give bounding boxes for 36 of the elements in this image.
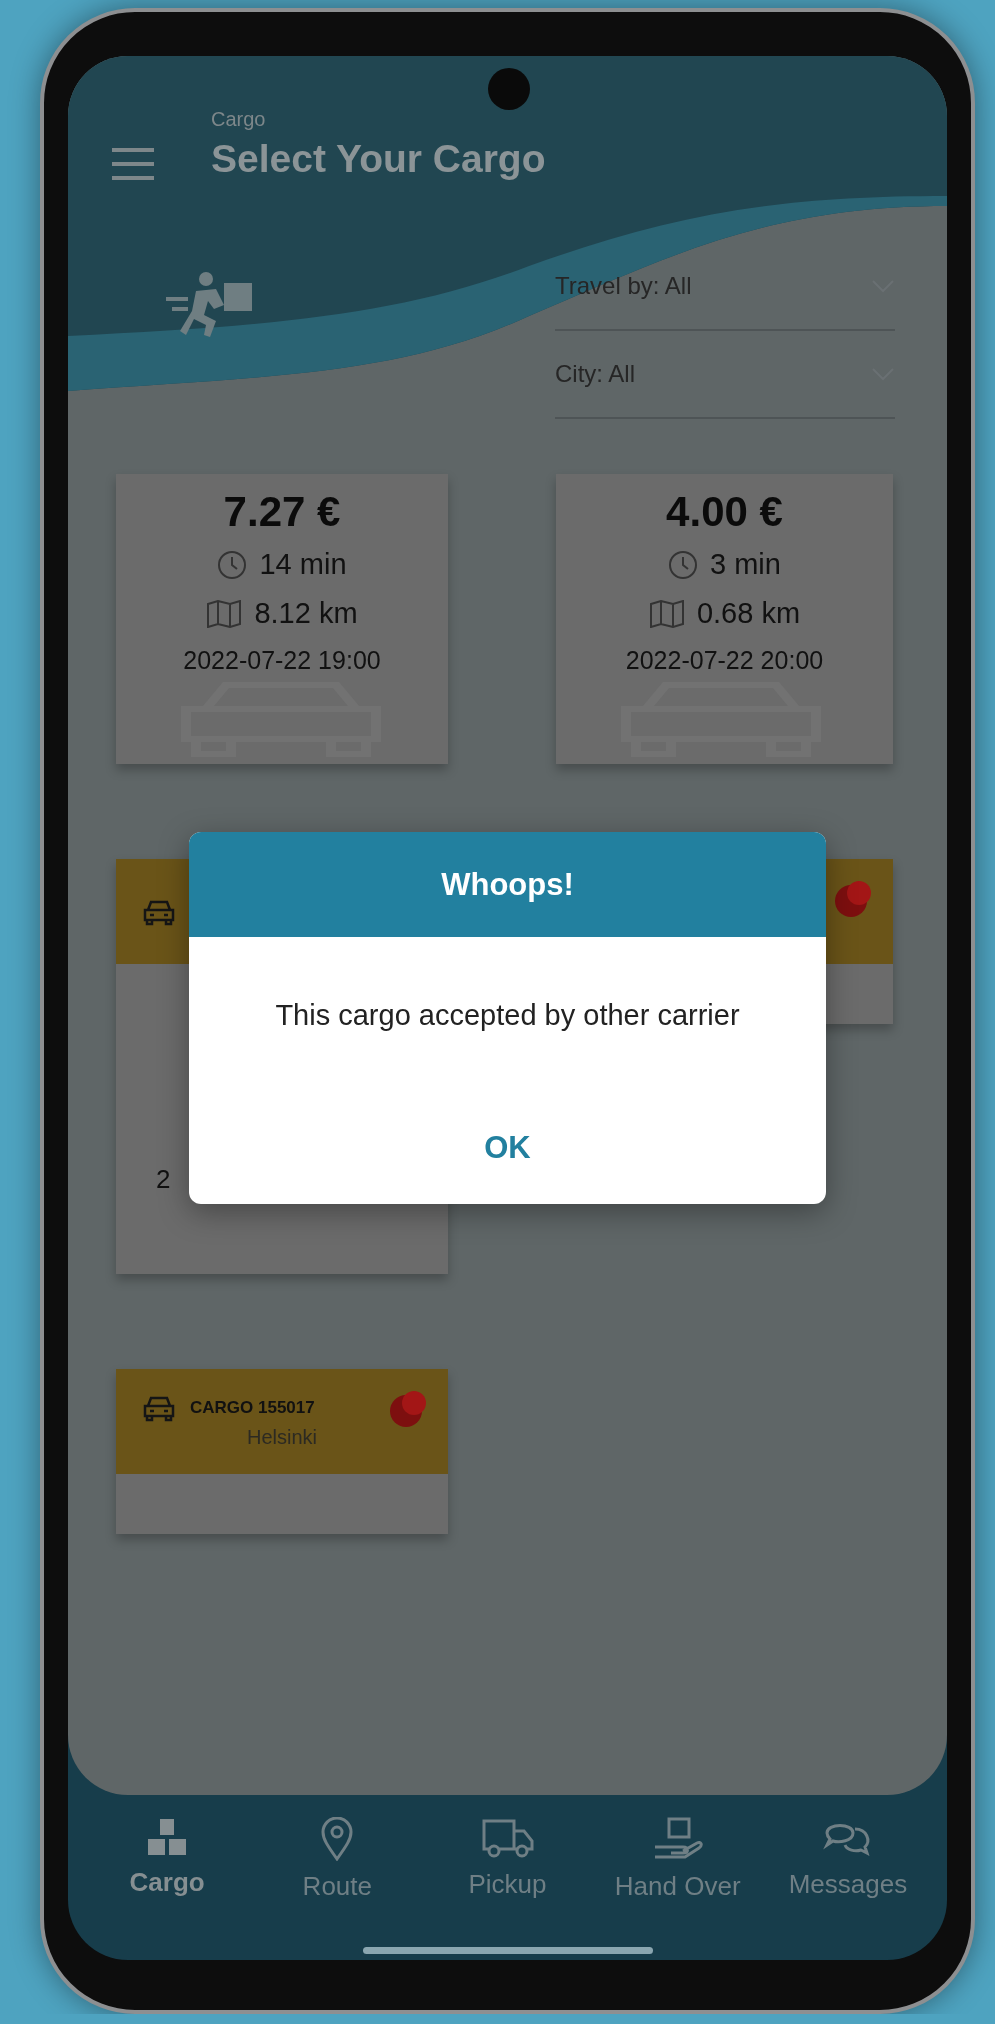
- date-time: 2022-07-22 20:00: [625, 646, 824, 675]
- car-icon: [142, 1394, 176, 1422]
- cargo-card[interactable]: 4.00 € 3 min 0.68 km 2022-07-22 20:00: [556, 474, 893, 764]
- cargo-number: CARGO 155017: [190, 1398, 315, 1418]
- nav-tab[interactable]: Messages: [762, 1817, 933, 1947]
- clock-icon: [668, 549, 699, 580]
- duration: 3 min: [710, 548, 781, 581]
- duration: 14 min: [259, 548, 347, 581]
- ok-button[interactable]: OK: [454, 1114, 561, 1182]
- truck-icon: [481, 1817, 534, 1859]
- nav-tab[interactable]: Hand Over: [592, 1817, 763, 1947]
- dialog-message: This cargo accepted by other carrier: [274, 998, 741, 1032]
- price: 4.00 €: [666, 488, 783, 536]
- hand-box-icon: [652, 1817, 703, 1861]
- nav-tab[interactable]: Route: [252, 1817, 423, 1947]
- section-label: Cargo: [211, 108, 267, 131]
- boxes-icon: [146, 1817, 189, 1857]
- filter-dropdown[interactable]: City: All: [555, 331, 895, 419]
- page-title: Select Your Cargo: [211, 137, 546, 181]
- nav-tab[interactable]: Cargo: [82, 1817, 253, 1947]
- city-name: Helsinki: [247, 1426, 317, 1449]
- date-time: 2022-07-22 19:00: [183, 646, 381, 675]
- nav-tab[interactable]: Pickup: [422, 1817, 593, 1947]
- map-icon: [206, 599, 243, 628]
- card-text: 2: [156, 1164, 171, 1194]
- map-icon: [648, 599, 685, 628]
- distance: 8.12 km: [254, 597, 358, 630]
- courier-icon: [166, 269, 254, 339]
- dialog-title: Whoops!: [441, 866, 574, 903]
- cargo-card[interactable]: 7.27 € 14 min 8.12 km 2022-07-22 19:00: [116, 474, 448, 764]
- filter-dropdown[interactable]: Travel by: All: [555, 243, 895, 331]
- clock-icon: [217, 549, 248, 580]
- menu-icon: [110, 147, 156, 181]
- distance: 0.68 km: [696, 597, 801, 630]
- cargo-card[interactable]: CARGO 155017 Helsinki: [116, 1369, 448, 1534]
- price: 7.27 €: [223, 488, 341, 536]
